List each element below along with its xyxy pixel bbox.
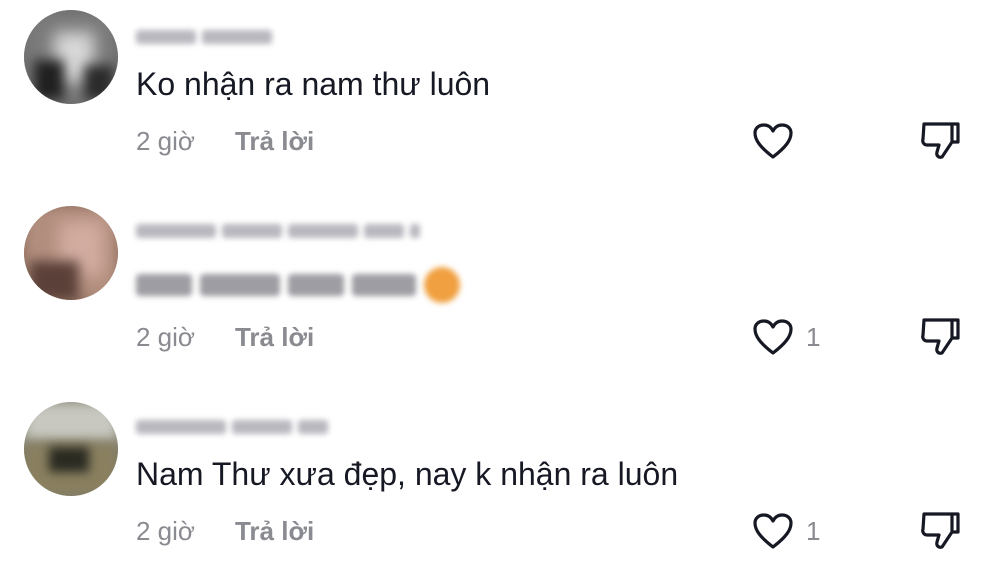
- comment-text: Nam Thư xưa đẹp, nay k nhận ra luôn: [136, 456, 679, 492]
- avatar[interactable]: [24, 206, 118, 300]
- dislike-button[interactable]: [918, 120, 962, 160]
- like-button[interactable]: 1: [752, 512, 820, 550]
- username[interactable]: [136, 26, 276, 48]
- comment-meta: 2 giờ Trả lời: [136, 516, 314, 546]
- comment-meta: 2 giờ Trả lời: [136, 126, 314, 156]
- reply-button[interactable]: Trả lời: [235, 322, 314, 352]
- heart-icon: [752, 318, 794, 356]
- avatar[interactable]: [24, 10, 118, 104]
- heart-icon: [752, 512, 794, 550]
- comment-item: 2 giờ Trả lời 1: [0, 196, 1000, 386]
- avatar[interactable]: [24, 402, 118, 496]
- thumbs-down-icon: [918, 316, 962, 356]
- username[interactable]: [136, 220, 426, 242]
- like-count: 1: [806, 321, 821, 352]
- like-button[interactable]: 1: [752, 318, 820, 356]
- thumbs-down-icon: [918, 120, 962, 160]
- comment-time: 2 giờ: [136, 126, 195, 156]
- comment-text: [136, 267, 460, 303]
- dislike-button[interactable]: [918, 316, 962, 356]
- reply-button[interactable]: Trả lời: [235, 516, 314, 546]
- heart-icon: [752, 122, 794, 160]
- dislike-button[interactable]: [918, 510, 962, 550]
- like-count: 1: [806, 515, 821, 546]
- comment-meta: 2 giờ Trả lời: [136, 322, 314, 352]
- comment-item: Ko nhận ra nam thư luôn 2 giờ Trả lời: [0, 0, 1000, 190]
- comment-time: 2 giờ: [136, 516, 195, 546]
- username[interactable]: [136, 416, 346, 438]
- like-button[interactable]: [752, 122, 806, 160]
- thumbs-down-icon: [918, 510, 962, 550]
- comment-item: Nam Thư xưa đẹp, nay k nhận ra luôn 2 gi…: [0, 392, 1000, 582]
- reply-button[interactable]: Trả lời: [235, 126, 314, 156]
- comment-time: 2 giờ: [136, 322, 195, 352]
- comment-text: Ko nhận ra nam thư luôn: [136, 66, 491, 102]
